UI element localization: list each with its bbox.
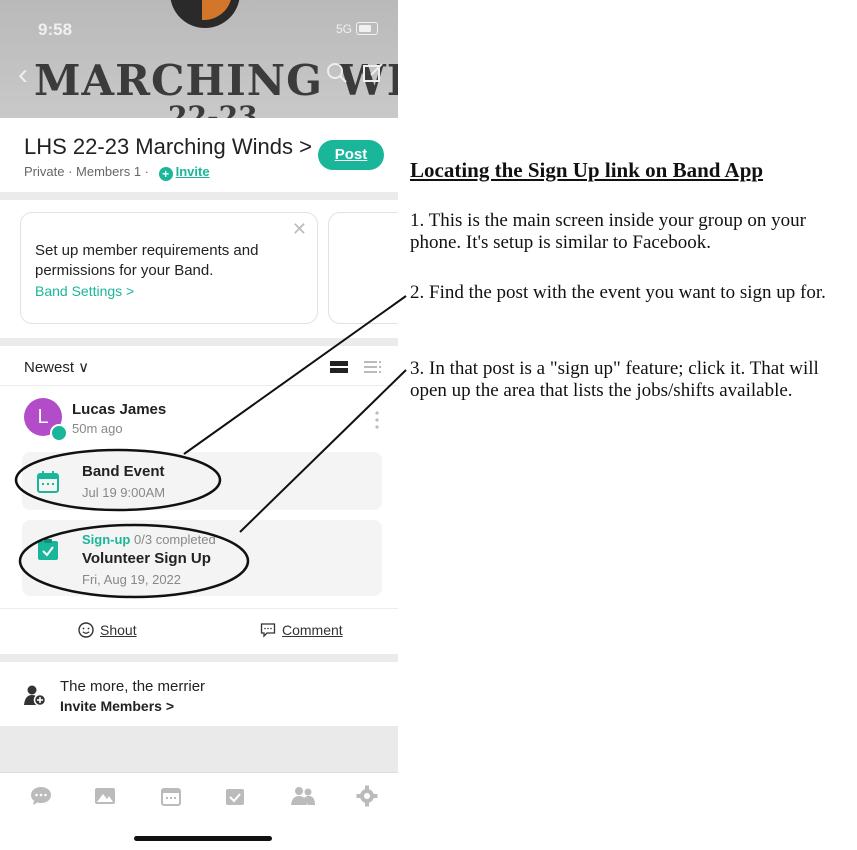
- edit-icon[interactable]: [362, 62, 384, 84]
- signup-clipboard-icon: [38, 539, 58, 560]
- battery-icon: [356, 22, 378, 35]
- group-meta: Private · Members 1 · + Invite: [24, 164, 210, 181]
- post-button[interactable]: Post: [318, 140, 384, 170]
- event-title: Band Event: [82, 463, 165, 480]
- separator: [0, 608, 398, 609]
- next-tip-card[interactable]: [328, 212, 398, 324]
- members-count[interactable]: Members 1: [76, 164, 141, 179]
- instruction-step-1: 1. This is the main screen inside your g…: [410, 210, 806, 253]
- section-divider: [0, 654, 398, 662]
- cover-subtitle: 22-23: [168, 100, 258, 118]
- post-time: 50m ago: [72, 421, 123, 436]
- back-chevron-icon[interactable]: ‹: [18, 58, 28, 92]
- plus-icon: +: [158, 167, 173, 181]
- group-cover-banner: 9:58 5G MARCHING WINDS 22-23 ‹: [0, 0, 398, 118]
- search-icon[interactable]: [326, 62, 348, 84]
- signup-tag: Sign-up: [82, 532, 131, 547]
- group-name[interactable]: LHS 22-23 Marching Winds >: [24, 134, 312, 160]
- more-options-icon[interactable]: [374, 410, 380, 430]
- comment-icon: [260, 623, 276, 638]
- gear-icon[interactable]: [356, 785, 378, 807]
- instructions-heading: Locating the Sign Up link on Band App: [410, 158, 764, 182]
- phone-screenshot: 9:58 5G MARCHING WINDS 22-23 ‹ LHS 22-23…: [0, 0, 398, 850]
- tip-text: Set up member requirements and permissio…: [35, 242, 259, 279]
- photo-icon[interactable]: [94, 785, 116, 807]
- privacy-label: Private: [24, 164, 65, 179]
- sort-dropdown[interactable]: Newest ∨: [24, 358, 89, 376]
- list-view-icon[interactable]: [364, 360, 382, 374]
- network-indicator: 5G: [335, 22, 352, 36]
- comment-label: Comment: [282, 622, 343, 638]
- band-settings-link[interactable]: Band Settings >: [35, 283, 134, 299]
- status-time: 9:58: [38, 20, 73, 39]
- invite-members-link[interactable]: Invite Members >: [60, 698, 174, 714]
- event-datetime: Jul 19 9:00AM: [82, 485, 166, 500]
- crest-logo: [170, 0, 240, 28]
- calendar-icon: [37, 471, 59, 493]
- signup-date: Fri, Aug 19, 2022: [82, 572, 182, 587]
- signup-attachment[interactable]: Sign-up 0/3 completed Volunteer Sign Up …: [22, 520, 382, 596]
- invite-prompt: The more, the merrier: [60, 678, 206, 695]
- add-member-icon: [24, 685, 46, 706]
- shout-button[interactable]: Shout: [78, 622, 137, 638]
- close-icon[interactable]: ✕: [292, 219, 307, 240]
- instruction-step-3: 3. In that post is a "sign up" feature; …: [410, 358, 819, 401]
- comment-button[interactable]: Comment: [260, 622, 343, 638]
- section-divider: [0, 192, 398, 200]
- home-indicator: [134, 836, 272, 841]
- section-divider: [0, 338, 398, 346]
- crown-badge-icon: [50, 424, 68, 442]
- post-author[interactable]: Lucas James: [72, 401, 166, 418]
- settings-tip-card[interactable]: ✕ Set up member requirements and permiss…: [20, 212, 318, 324]
- event-attachment[interactable]: Band Event Jul 19 9:00AM: [22, 452, 382, 510]
- chat-icon[interactable]: [30, 785, 52, 807]
- separator: [0, 385, 398, 386]
- feed-spacer: [0, 726, 398, 772]
- signup-progress: 0/3 completed: [134, 532, 216, 547]
- signup-status: Sign-up 0/3 completed: [82, 532, 216, 547]
- instruction-step-2: 2. Find the post with the event you want…: [410, 282, 826, 303]
- shout-label: Shout: [100, 622, 137, 638]
- invite-link[interactable]: Invite: [176, 164, 210, 179]
- signup-title: Volunteer Sign Up: [82, 550, 211, 567]
- smile-icon: [78, 622, 94, 638]
- calendar-icon[interactable]: [160, 785, 182, 807]
- members-icon[interactable]: [290, 785, 316, 807]
- signup-icon[interactable]: [224, 785, 246, 807]
- card-view-icon[interactable]: [330, 360, 348, 374]
